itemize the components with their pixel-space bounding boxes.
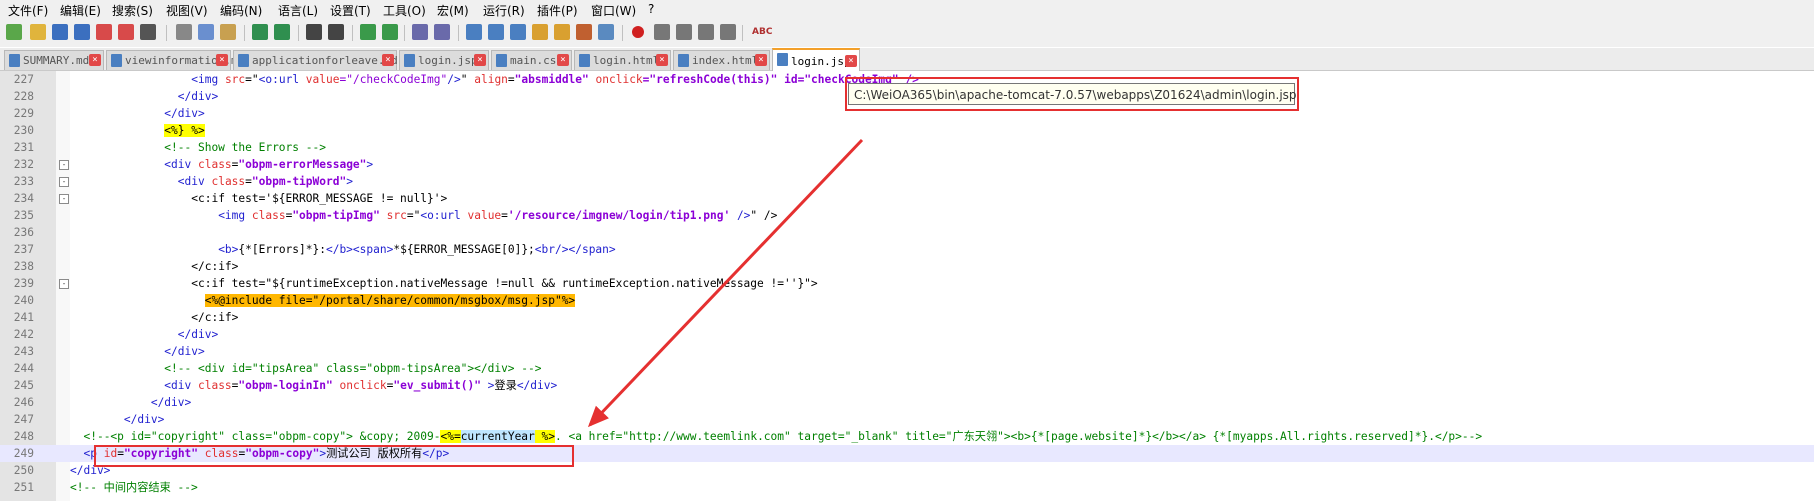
annotation-arrow [587,138,864,428]
